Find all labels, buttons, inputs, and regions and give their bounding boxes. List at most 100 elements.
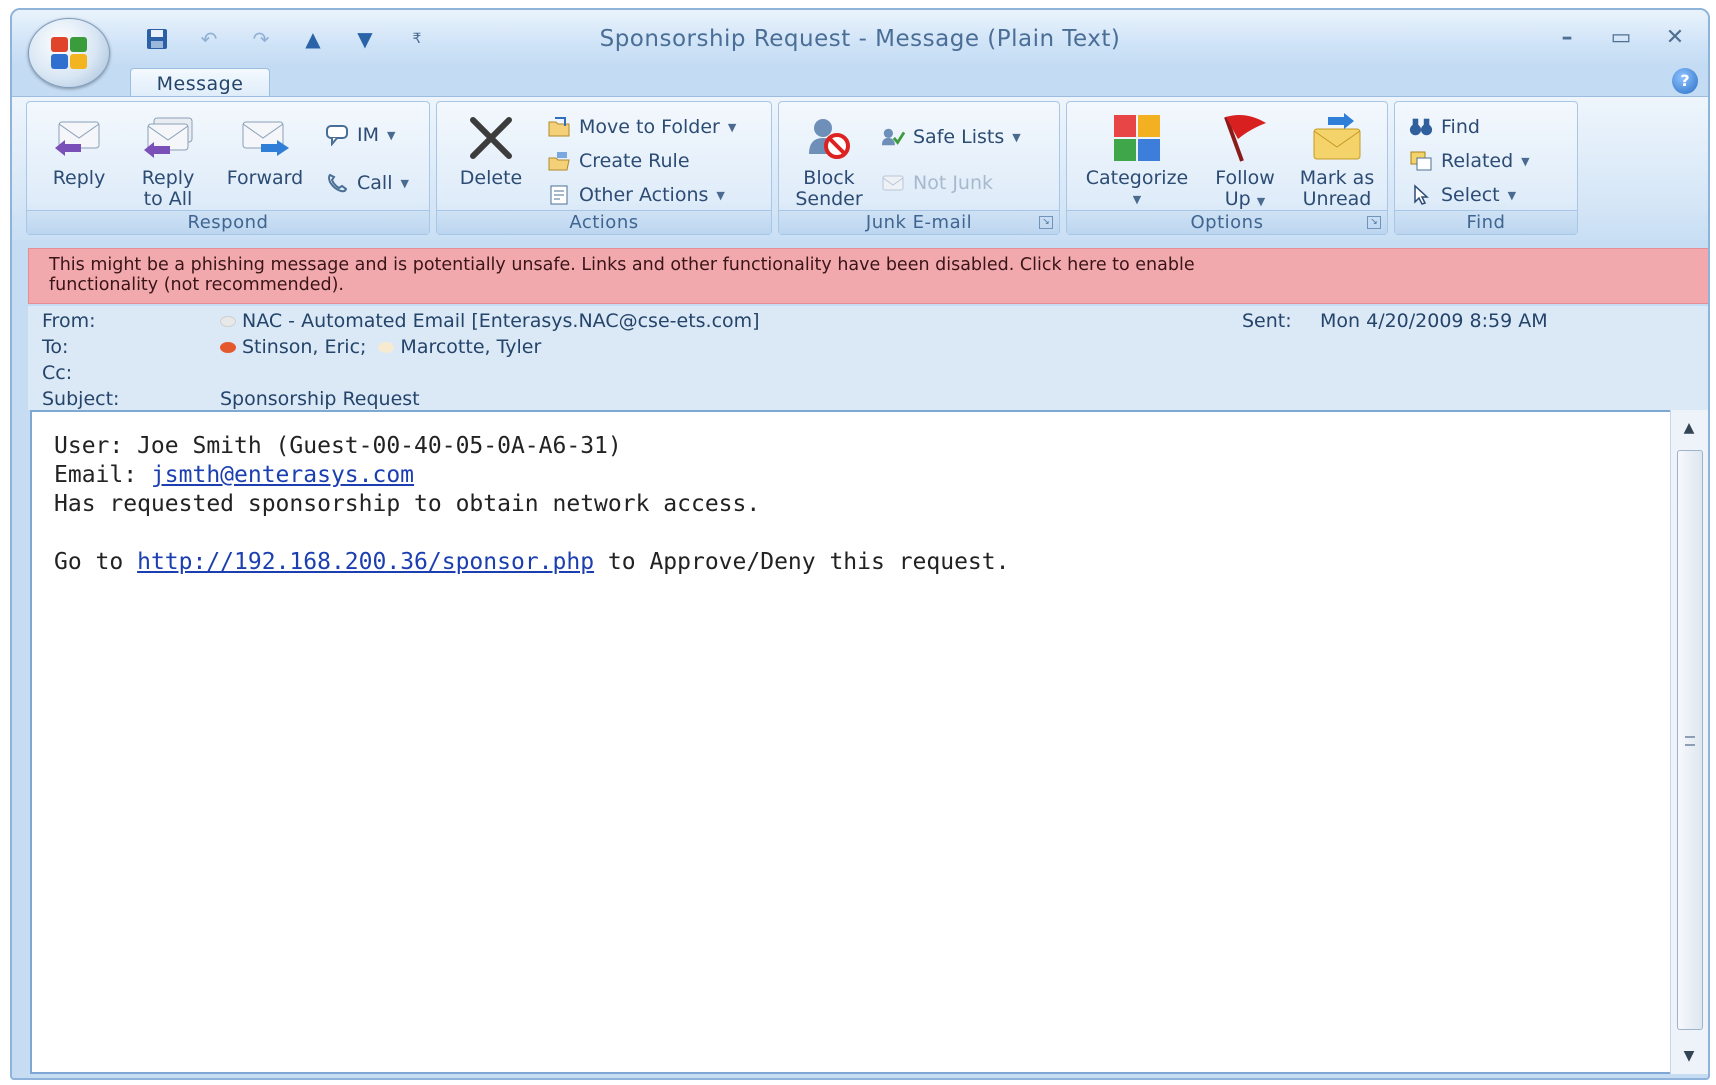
categorize-button[interactable]: Categorize ▼: [1073, 106, 1201, 210]
not-junk-button[interactable]: Not Junk: [881, 168, 993, 198]
body-email-line: Email: jsmth@enterasys.com: [54, 461, 1660, 490]
mark-as-unread-icon: [1309, 112, 1365, 164]
related-icon: [1409, 149, 1433, 173]
body-go-prefix: Go to: [54, 549, 138, 575]
forward-icon: [237, 112, 293, 164]
mark-as-unread-label-2: Unread: [1302, 188, 1372, 210]
window-title: Sponsorship Request - Message (Plain Tex…: [599, 26, 1121, 52]
call-dropdown-arrow-icon: ▼: [400, 176, 409, 190]
other-actions-label: Other Actions: [579, 184, 709, 206]
phishing-warning-line-1: This might be a phishing message and is …: [49, 255, 1195, 275]
safe-lists-dropdown-arrow-icon: ▼: [1012, 130, 1021, 144]
call-button[interactable]: Call ▼: [325, 168, 409, 198]
from-address: NAC - Automated Email [Enterasys.NAC@cse…: [242, 310, 760, 332]
cursor-icon: [1409, 183, 1433, 207]
reply-button[interactable]: Reply: [39, 106, 119, 189]
phishing-warning-line-2: functionality (not recommended).: [49, 275, 344, 295]
from-label: From:: [42, 310, 96, 332]
message-body[interactable]: User: Joe Smith (Guest-00-40-05-0A-A6-31…: [30, 410, 1684, 1074]
safe-lists-button[interactable]: Safe Lists ▼: [881, 122, 1021, 152]
related-button[interactable]: Related ▼: [1409, 146, 1530, 176]
phishing-warning-bar[interactable]: This might be a phishing message and is …: [28, 248, 1708, 304]
not-junk-label: Not Junk: [913, 172, 994, 194]
body-blank-line: [54, 519, 1660, 548]
junk-email-dialog-launcher-icon[interactable]: ↘: [1039, 216, 1053, 229]
reply-all-label-1: Reply: [141, 167, 195, 189]
follow-up-label-2-text: Up: [1224, 188, 1251, 210]
from-value[interactable]: NAC - Automated Email [Enterasys.NAC@cse…: [220, 308, 760, 334]
call-label: Call: [357, 172, 393, 194]
block-sender-label-2: Sender: [795, 188, 863, 210]
body-approve-line: Go to http://192.168.200.36/sponsor.php …: [54, 548, 1660, 577]
subject-label: Subject:: [42, 388, 120, 410]
categorize-dropdown-arrow-icon: ▼: [1132, 193, 1142, 206]
im-button[interactable]: IM ▼: [325, 120, 395, 150]
follow-up-button[interactable]: Follow Up ▼: [1205, 106, 1285, 212]
window-controls: – ▭ ✕: [1544, 22, 1698, 52]
sponsor-url-link[interactable]: http://192.168.200.36/sponsor.php: [137, 549, 594, 575]
subject-value: Sponsorship Request: [220, 388, 420, 410]
move-to-folder-icon: [547, 115, 571, 139]
mark-as-unread-label-1: Mark as: [1299, 167, 1375, 189]
create-rule-label: Create Rule: [579, 150, 690, 172]
phone-icon: [325, 171, 349, 195]
recipient-stinson[interactable]: Stinson, Eric;: [242, 334, 366, 360]
find-group: Find Related ▼ Select ▼ Find: [1394, 101, 1578, 235]
scroll-up-arrow-icon[interactable]: ▲: [1675, 414, 1703, 442]
email-link[interactable]: jsmth@enterasys.com: [151, 462, 414, 488]
scroll-down-arrow-icon[interactable]: ▼: [1675, 1042, 1703, 1070]
block-sender-label-1: Block: [803, 167, 855, 189]
office-logo-icon: [51, 37, 89, 71]
title-bar: ↶ ↷ ▲ ▼ ₹ Sponsorship Request - Message …: [12, 10, 1708, 68]
respond-group-label: Respond: [27, 210, 429, 234]
close-icon[interactable]: ✕: [1652, 22, 1698, 52]
select-label: Select: [1441, 184, 1500, 206]
select-dropdown-arrow-icon: ▼: [1507, 188, 1517, 202]
other-actions-button[interactable]: Other Actions ▼: [547, 180, 725, 210]
find-label: Find: [1441, 116, 1480, 138]
recipient-marcotte[interactable]: Marcotte, Tyler: [400, 334, 541, 360]
maximize-icon[interactable]: ▭: [1598, 22, 1644, 52]
block-sender-button[interactable]: Block Sender: [787, 106, 871, 210]
safe-lists-label: Safe Lists: [913, 126, 1005, 148]
categorize-label: Categorize: [1085, 167, 1189, 189]
minimize-icon[interactable]: –: [1544, 22, 1590, 52]
reply-all-icon: [140, 112, 196, 164]
delete-button[interactable]: Delete: [451, 106, 531, 189]
block-sender-icon: [801, 112, 857, 164]
im-icon: [325, 123, 349, 147]
reply-icon: [51, 112, 107, 164]
junk-email-group: Block Sender Safe Lists ▼ Not Junk Junk …: [778, 101, 1060, 235]
create-rule-icon: [547, 149, 571, 173]
options-group: Categorize ▼ Follow Up ▼ Mark as Unread …: [1066, 101, 1388, 235]
body-email-prefix: Email:: [54, 462, 151, 488]
forward-button[interactable]: Forward: [217, 106, 313, 189]
to-value: Stinson, Eric; Marcotte, Tyler: [220, 334, 541, 360]
outlook-message-window: ↶ ↷ ▲ ▼ ₹ Sponsorship Request - Message …: [10, 8, 1710, 1080]
junk-email-group-label: Junk E-mail: [779, 210, 1059, 234]
follow-up-flag-icon: [1217, 112, 1273, 164]
find-button[interactable]: Find: [1409, 112, 1480, 142]
presence-unknown-icon: [378, 341, 395, 353]
scrollbar-thumb[interactable]: [1677, 450, 1703, 1030]
delete-icon: [463, 112, 519, 164]
vertical-scrollbar[interactable]: ▲ ▼: [1670, 410, 1708, 1074]
options-dialog-launcher-icon[interactable]: ↘: [1367, 216, 1381, 229]
help-icon[interactable]: ?: [1672, 68, 1698, 94]
select-button[interactable]: Select ▼: [1409, 180, 1516, 210]
move-to-folder-button[interactable]: Move to Folder ▼: [547, 112, 736, 142]
options-group-label: Options: [1067, 210, 1387, 234]
office-button[interactable]: [28, 18, 110, 88]
body-go-suffix: to Approve/Deny this request.: [594, 549, 1010, 575]
create-rule-button[interactable]: Create Rule: [547, 146, 690, 176]
move-dropdown-arrow-icon: ▼: [727, 120, 737, 134]
cc-label: Cc:: [42, 362, 73, 384]
not-junk-icon: [881, 171, 905, 195]
reply-all-button[interactable]: Reply to All: [127, 106, 209, 210]
find-group-label: Find: [1395, 210, 1577, 234]
body-user-line: User: Joe Smith (Guest-00-40-05-0A-A6-31…: [54, 433, 622, 459]
sent-label: Sent:: [1242, 310, 1292, 332]
mark-as-unread-button[interactable]: Mark as Unread: [1291, 106, 1383, 210]
safe-lists-icon: [881, 125, 905, 149]
follow-up-label-2: Up ▼: [1205, 189, 1285, 212]
